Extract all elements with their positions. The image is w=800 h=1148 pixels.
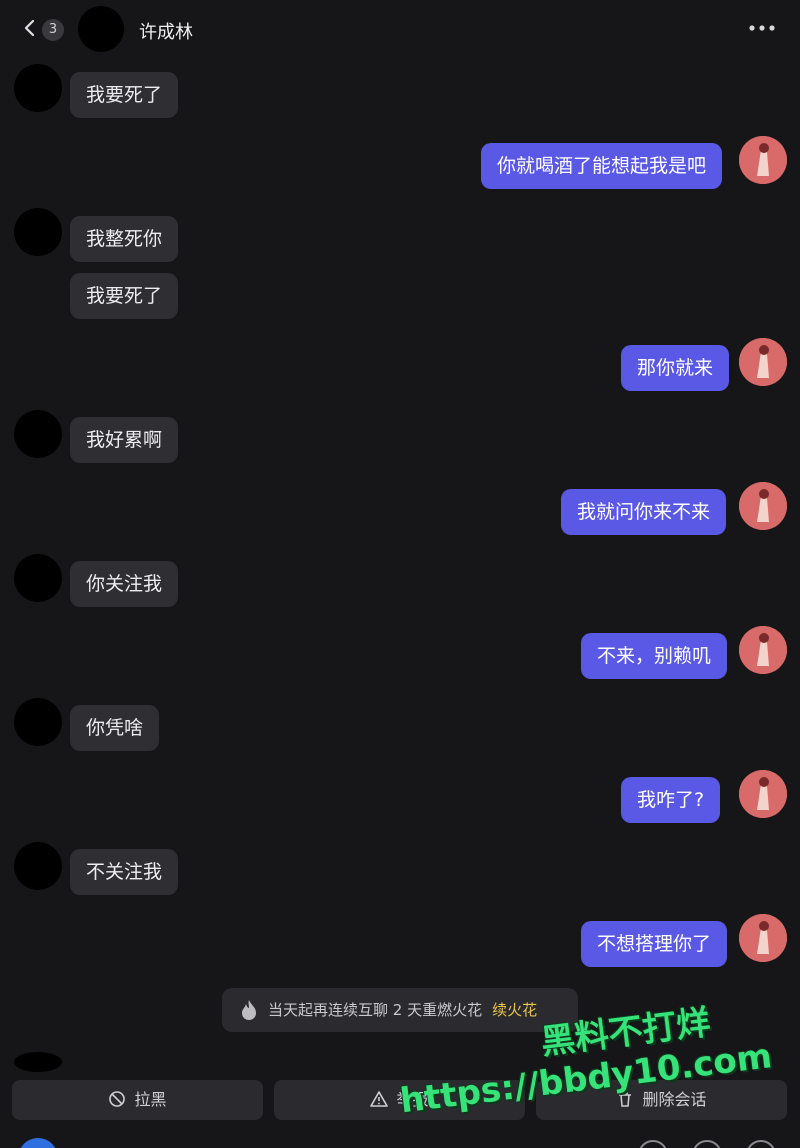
own-avatar[interactable] xyxy=(739,136,787,184)
sender-avatar[interactable] xyxy=(14,410,62,458)
block-label: 拉黑 xyxy=(134,1090,167,1109)
block-icon xyxy=(109,1091,126,1107)
message-bubble-incoming[interactable]: 不关注我 xyxy=(70,849,179,895)
sender-avatar[interactable] xyxy=(14,842,62,890)
warning-icon xyxy=(370,1091,389,1107)
sender-avatar[interactable] xyxy=(14,208,62,256)
streak-notice-text: 当天起再连续互聊 2 天重燃火花 xyxy=(268,1001,483,1019)
chevron-left-icon xyxy=(24,20,35,36)
message-bubble-outgoing[interactable]: 不想搭理你了 xyxy=(581,921,728,967)
message-bubble-incoming[interactable]: 你关注我 xyxy=(70,561,179,607)
sender-avatar[interactable] xyxy=(14,698,62,746)
voice-button[interactable] xyxy=(18,1138,58,1148)
message-bubble-incoming[interactable]: 我好累啊 xyxy=(70,417,179,463)
message-bubble-outgoing[interactable]: 我咋了? xyxy=(621,777,721,823)
message-bubble-outgoing[interactable]: 不来，别赖叽 xyxy=(581,633,728,679)
sender-avatar[interactable] xyxy=(14,554,62,602)
contact-name[interactable]: 许成林 xyxy=(139,18,193,44)
back-button[interactable]: 3 xyxy=(20,14,70,44)
more-options-icon[interactable] xyxy=(748,20,778,36)
message-bubble-outgoing[interactable]: 那你就来 xyxy=(621,345,730,391)
own-avatar[interactable] xyxy=(739,338,787,386)
sender-avatar[interactable] xyxy=(14,64,62,112)
message-bubble-incoming[interactable]: 你凭啥 xyxy=(70,705,160,751)
image-icon[interactable] xyxy=(692,1140,722,1148)
own-avatar[interactable] xyxy=(739,626,787,674)
add-icon[interactable] xyxy=(746,1140,776,1148)
message-bubble-incoming[interactable]: 我要死了 xyxy=(70,72,179,118)
message-bubble-outgoing[interactable]: 我就问你来不来 xyxy=(561,489,727,535)
input-bar xyxy=(0,1132,800,1148)
contact-avatar[interactable] xyxy=(78,6,124,52)
message-bubble-incoming[interactable]: 我要死了 xyxy=(70,273,179,319)
chat-header: 3 许成林 xyxy=(0,0,800,58)
flame-icon xyxy=(242,1000,256,1020)
own-avatar[interactable] xyxy=(739,482,787,530)
message-bubble-incoming[interactable]: 我整死你 xyxy=(70,216,179,262)
emoji-icon[interactable] xyxy=(638,1140,668,1148)
unread-count-badge: 3 xyxy=(42,19,64,41)
message-bubble-outgoing[interactable]: 你就喝酒了能想起我是吧 xyxy=(481,143,723,189)
delete-label: 删除会话 xyxy=(642,1090,707,1109)
own-avatar[interactable] xyxy=(739,914,787,962)
own-avatar[interactable] xyxy=(739,770,787,818)
sender-avatar[interactable] xyxy=(14,1052,62,1072)
block-button[interactable]: 拉黑 xyxy=(12,1080,263,1120)
